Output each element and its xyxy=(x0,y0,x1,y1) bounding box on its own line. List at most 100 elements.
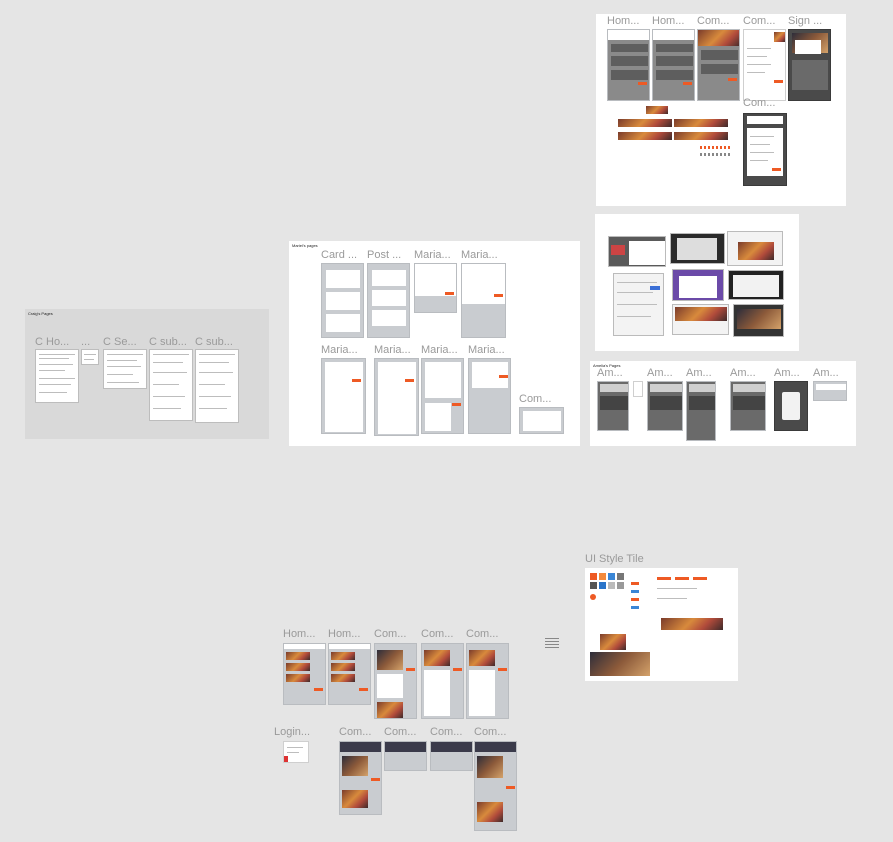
color-swatch xyxy=(617,573,624,580)
icon-row xyxy=(700,153,732,156)
page-frame[interactable] xyxy=(686,381,716,441)
page-frame[interactable] xyxy=(149,349,193,421)
page-frame[interactable] xyxy=(788,29,831,101)
page-frame[interactable] xyxy=(374,643,417,719)
note-lines xyxy=(545,638,559,650)
page-frame[interactable] xyxy=(81,349,99,365)
frame-label[interactable]: Com... xyxy=(339,726,371,738)
page-frame[interactable] xyxy=(597,381,629,431)
frame-label[interactable]: C Se... xyxy=(103,336,137,348)
page-frame[interactable] xyxy=(607,29,650,101)
frame-label[interactable]: Maria... xyxy=(414,249,451,261)
page-frame[interactable] xyxy=(774,381,808,431)
page-frame[interactable] xyxy=(519,407,564,434)
page-frame[interactable] xyxy=(647,381,683,431)
color-swatch xyxy=(599,573,606,580)
frame-label[interactable]: Hom... xyxy=(652,15,684,27)
frame-label[interactable]: Am... xyxy=(730,367,756,379)
frame-label[interactable]: Com... xyxy=(697,15,729,27)
frame-label[interactable]: Com... xyxy=(466,628,498,640)
frame-label[interactable]: Com... xyxy=(430,726,462,738)
screenshot[interactable] xyxy=(672,304,729,335)
page-frame[interactable] xyxy=(813,381,847,401)
frame-label[interactable]: Com... xyxy=(743,15,775,27)
page-frame[interactable] xyxy=(384,741,427,771)
screenshot[interactable] xyxy=(733,304,784,337)
frame-label[interactable]: Com... xyxy=(384,726,416,738)
frame-label[interactable]: ... xyxy=(81,336,90,348)
frame-label[interactable]: Hom... xyxy=(607,15,639,27)
frame-label[interactable]: Login... xyxy=(274,726,310,738)
icon-row xyxy=(700,146,732,149)
frame-label[interactable]: Post ... xyxy=(367,249,401,261)
tile-thumbnail xyxy=(674,132,728,140)
section-title: Craig's Pages xyxy=(28,311,53,316)
frame-label[interactable]: Maria... xyxy=(321,344,358,356)
frame-label[interactable]: C sub... xyxy=(149,336,187,348)
page-frame[interactable] xyxy=(328,643,371,705)
screenshot[interactable] xyxy=(608,236,666,267)
page-frame[interactable] xyxy=(339,741,382,815)
page-frame[interactable] xyxy=(414,263,457,313)
page-frame[interactable] xyxy=(430,741,473,771)
color-swatch xyxy=(599,582,606,589)
page-frame[interactable] xyxy=(283,741,309,763)
frame-label[interactable]: Hom... xyxy=(328,628,360,640)
screenshot[interactable] xyxy=(670,233,725,264)
page-frame[interactable] xyxy=(421,643,464,719)
frame-label[interactable]: Maria... xyxy=(421,344,458,356)
page-frame[interactable] xyxy=(730,381,766,431)
page-frame[interactable] xyxy=(466,643,509,719)
frame-label[interactable]: Sign ... xyxy=(788,15,822,27)
screenshot[interactable] xyxy=(672,269,724,301)
page-frame[interactable] xyxy=(743,113,787,186)
frame-label[interactable]: Com... xyxy=(474,726,506,738)
page-frame[interactable] xyxy=(195,349,239,423)
color-swatch xyxy=(590,573,597,580)
frame-label[interactable]: Am... xyxy=(774,367,800,379)
page-frame[interactable] xyxy=(697,29,740,101)
page-frame[interactable] xyxy=(367,263,410,338)
page-frame[interactable] xyxy=(283,643,326,705)
page-frame[interactable] xyxy=(374,358,419,436)
frame-label[interactable]: C Ho... xyxy=(35,336,69,348)
page-frame[interactable] xyxy=(743,29,786,101)
frame-label[interactable]: Com... xyxy=(519,393,551,405)
frame-label[interactable]: Am... xyxy=(686,367,712,379)
frame-label[interactable]: Am... xyxy=(813,367,839,379)
page-frame[interactable] xyxy=(321,358,366,434)
page-frame[interactable] xyxy=(633,381,643,397)
screenshot[interactable] xyxy=(613,273,664,336)
color-swatch xyxy=(608,582,615,589)
screenshot[interactable] xyxy=(727,231,783,266)
frame-label[interactable]: Com... xyxy=(743,97,775,109)
tile-thumbnail xyxy=(618,132,672,140)
page-frame[interactable] xyxy=(652,29,695,101)
frame-label[interactable]: Maria... xyxy=(374,344,411,356)
frame-label[interactable]: Com... xyxy=(421,628,453,640)
tile-thumbnail xyxy=(674,119,728,127)
frame-label[interactable]: Maria... xyxy=(461,249,498,261)
page-frame[interactable] xyxy=(468,358,511,434)
page-frame[interactable] xyxy=(321,263,364,338)
page-frame[interactable] xyxy=(35,349,79,403)
screenshot[interactable] xyxy=(728,270,784,300)
frame-label[interactable]: Com... xyxy=(374,628,406,640)
page-frame[interactable] xyxy=(461,263,506,338)
frame-label[interactable]: Hom... xyxy=(283,628,315,640)
page-frame[interactable] xyxy=(421,358,464,434)
color-swatch xyxy=(617,582,624,589)
tile-thumbnail xyxy=(646,106,668,114)
frame-label[interactable]: C sub... xyxy=(195,336,233,348)
frame-label[interactable]: Card ... xyxy=(321,249,357,261)
ui-style-tile[interactable] xyxy=(585,568,738,681)
frame-label[interactable]: Maria... xyxy=(468,344,505,356)
style-tile-label[interactable]: UI Style Tile xyxy=(585,553,644,565)
page-frame[interactable] xyxy=(103,349,147,389)
page-frame[interactable] xyxy=(474,741,517,831)
section-title: Mariel's pages xyxy=(292,243,318,248)
frame-label[interactable]: Am... xyxy=(647,367,673,379)
frame-label[interactable]: Am... xyxy=(597,367,623,379)
tile-thumbnail xyxy=(618,119,672,127)
color-swatch xyxy=(590,582,597,589)
